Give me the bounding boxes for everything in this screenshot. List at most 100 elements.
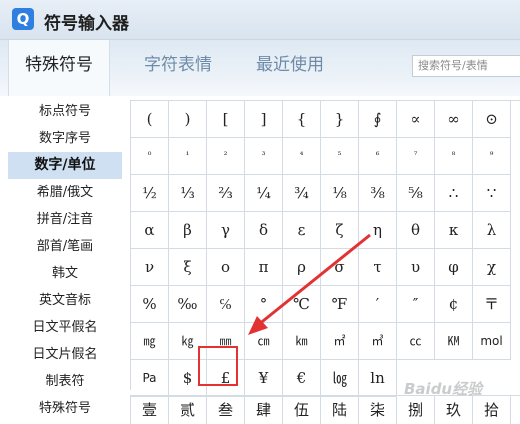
symbol-cell[interactable]: ³ bbox=[245, 138, 283, 175]
symbol-cell[interactable]: θ bbox=[397, 212, 435, 249]
symbol-cell[interactable]: ㎥ bbox=[359, 323, 397, 360]
symbol-cell[interactable]: ∴ bbox=[435, 175, 473, 212]
search-input[interactable]: 搜索符号/表情 bbox=[412, 55, 520, 77]
sidebar-item-radicals[interactable]: 部首/笔画 bbox=[8, 233, 122, 260]
symbol-cell[interactable]: χ bbox=[473, 249, 511, 286]
symbol-cell[interactable]: ∵ bbox=[473, 175, 511, 212]
symbol-cell[interactable]: ¼ bbox=[245, 175, 283, 212]
sidebar-item-phonetic[interactable]: 英文音标 bbox=[8, 287, 122, 314]
symbol-cell[interactable]: ⅝ bbox=[397, 175, 435, 212]
symbol-cell[interactable]: ㎎ bbox=[131, 323, 169, 360]
symbol-cell[interactable]: ² bbox=[207, 138, 245, 175]
symbol-cell[interactable]: γ bbox=[207, 212, 245, 249]
symbol-cell[interactable]: σ bbox=[321, 249, 359, 286]
symbol-cell[interactable]: 〒 bbox=[473, 286, 511, 323]
sidebar-item-punctuation[interactable]: 标点符号 bbox=[8, 98, 122, 125]
symbol-cell[interactable]: ⁶ bbox=[359, 138, 397, 175]
sidebar-item-number-sequence[interactable]: 数字序号 bbox=[8, 125, 122, 152]
symbol-cell[interactable]: ν bbox=[131, 249, 169, 286]
symbol-cell[interactable]: ㏎ bbox=[435, 323, 473, 360]
sidebar-item-korean[interactable]: 韩文 bbox=[8, 260, 122, 287]
symbol-cell[interactable]: ( bbox=[131, 101, 169, 138]
symbol-cell[interactable]: τ bbox=[359, 249, 397, 286]
symbol-cell[interactable]: ¥ bbox=[245, 360, 283, 397]
symbol-cell[interactable]: ½ bbox=[131, 175, 169, 212]
symbol-cell[interactable]: 伍 bbox=[283, 396, 321, 424]
symbol-cell[interactable]: π bbox=[245, 249, 283, 286]
symbol-cell[interactable]: [ bbox=[207, 101, 245, 138]
symbol-cell[interactable]: ℅ bbox=[207, 286, 245, 323]
symbol-cell[interactable]: ⁴ bbox=[283, 138, 321, 175]
symbol-grid-secondary: 壹贰叁肆伍陆柒捌玖拾 bbox=[130, 395, 520, 424]
symbol-cell[interactable]: ′ bbox=[359, 286, 397, 323]
sidebar-item-numbers-units[interactable]: 数字/单位 bbox=[8, 152, 122, 179]
tab-recently-used[interactable]: 最近使用 bbox=[240, 40, 340, 96]
sidebar-item-greek-russian[interactable]: 希腊/俄文 bbox=[8, 179, 122, 206]
symbol-cell[interactable]: 陆 bbox=[321, 396, 359, 424]
symbol-cell[interactable]: 捌 bbox=[397, 396, 435, 424]
symbol-cell[interactable]: ⅓ bbox=[169, 175, 207, 212]
symbol-cell[interactable]: ㏒ bbox=[321, 360, 359, 397]
symbol-cell[interactable]: ⁵ bbox=[321, 138, 359, 175]
symbol-cell[interactable]: ρ bbox=[283, 249, 321, 286]
symbol-cell[interactable]: ⅔ bbox=[207, 175, 245, 212]
symbol-cell[interactable]: ξ bbox=[169, 249, 207, 286]
symbol-cell[interactable]: ㎝ bbox=[245, 323, 283, 360]
symbol-cell[interactable]: ] bbox=[245, 101, 283, 138]
symbol-cell[interactable]: ⁷ bbox=[397, 138, 435, 175]
symbol-cell[interactable]: ° bbox=[245, 286, 283, 323]
symbol-cell[interactable]: ㏄ bbox=[397, 323, 435, 360]
symbol-cell[interactable]: ∝ bbox=[397, 101, 435, 138]
symbol-cell[interactable]: 柒 bbox=[359, 396, 397, 424]
symbol-cell[interactable]: α bbox=[131, 212, 169, 249]
symbol-cell[interactable]: ⅛ bbox=[321, 175, 359, 212]
symbol-cell[interactable]: ⊙ bbox=[473, 101, 511, 138]
symbol-cell[interactable]: ¹ bbox=[169, 138, 207, 175]
symbol-cell[interactable]: ln bbox=[359, 360, 397, 397]
symbol-cell[interactable]: ⁸ bbox=[435, 138, 473, 175]
symbol-cell[interactable]: { bbox=[283, 101, 321, 138]
symbol-cell[interactable]: ㎡ bbox=[321, 323, 359, 360]
symbol-cell[interactable]: mol bbox=[473, 323, 511, 360]
symbol-cell[interactable]: ζ bbox=[321, 212, 359, 249]
symbol-cell[interactable]: ℉ bbox=[321, 286, 359, 323]
tab-special-symbols[interactable]: 特殊符号 bbox=[8, 40, 110, 96]
symbol-cell[interactable]: % bbox=[131, 286, 169, 323]
symbol-cell[interactable]: 叁 bbox=[207, 396, 245, 424]
symbol-cell[interactable]: ″ bbox=[397, 286, 435, 323]
symbol-cell[interactable]: ε bbox=[283, 212, 321, 249]
symbol-cell[interactable]: ⁹ bbox=[473, 138, 511, 175]
symbol-cell[interactable]: ∞ bbox=[435, 101, 473, 138]
symbol-cell[interactable]: 壹 bbox=[131, 396, 169, 424]
symbol-cell[interactable]: ‰ bbox=[169, 286, 207, 323]
symbol-cell[interactable]: υ bbox=[397, 249, 435, 286]
sidebar-item-box-drawing[interactable]: 制表符 bbox=[8, 368, 122, 395]
symbol-cell[interactable]: ¾ bbox=[283, 175, 321, 212]
symbol-cell[interactable]: ο bbox=[207, 249, 245, 286]
symbol-cell[interactable]: φ bbox=[435, 249, 473, 286]
symbol-cell[interactable]: η bbox=[359, 212, 397, 249]
symbol-cell[interactable]: 玖 bbox=[435, 396, 473, 424]
symbol-cell[interactable]: 拾 bbox=[473, 396, 511, 424]
symbol-cell[interactable]: ㎞ bbox=[283, 323, 321, 360]
sidebar-item-pinyin[interactable]: 拼音/注音 bbox=[8, 206, 122, 233]
symbol-cell[interactable]: ∮ bbox=[359, 101, 397, 138]
symbol-cell[interactable]: κ bbox=[435, 212, 473, 249]
sidebar-item-katakana[interactable]: 日文片假名 bbox=[8, 341, 122, 368]
symbol-cell[interactable]: ⁰ bbox=[131, 138, 169, 175]
symbol-cell[interactable]: € bbox=[283, 360, 321, 397]
symbol-cell[interactable]: ℃ bbox=[283, 286, 321, 323]
sidebar-item-hiragana[interactable]: 日文平假名 bbox=[8, 314, 122, 341]
symbol-cell[interactable]: 贰 bbox=[169, 396, 207, 424]
tab-character-emoticons[interactable]: 字符表情 bbox=[126, 40, 230, 96]
symbol-cell[interactable]: ) bbox=[169, 101, 207, 138]
symbol-cell[interactable]: δ bbox=[245, 212, 283, 249]
symbol-cell[interactable]: Pa bbox=[131, 360, 169, 397]
symbol-cell[interactable]: β bbox=[169, 212, 207, 249]
symbol-cell[interactable]: } bbox=[321, 101, 359, 138]
symbol-cell[interactable]: ⅜ bbox=[359, 175, 397, 212]
symbol-cell[interactable]: 肆 bbox=[245, 396, 283, 424]
symbol-cell[interactable]: ¢ bbox=[435, 286, 473, 323]
sidebar-item-special[interactable]: 特殊符号 bbox=[8, 395, 122, 422]
symbol-cell[interactable]: λ bbox=[473, 212, 511, 249]
